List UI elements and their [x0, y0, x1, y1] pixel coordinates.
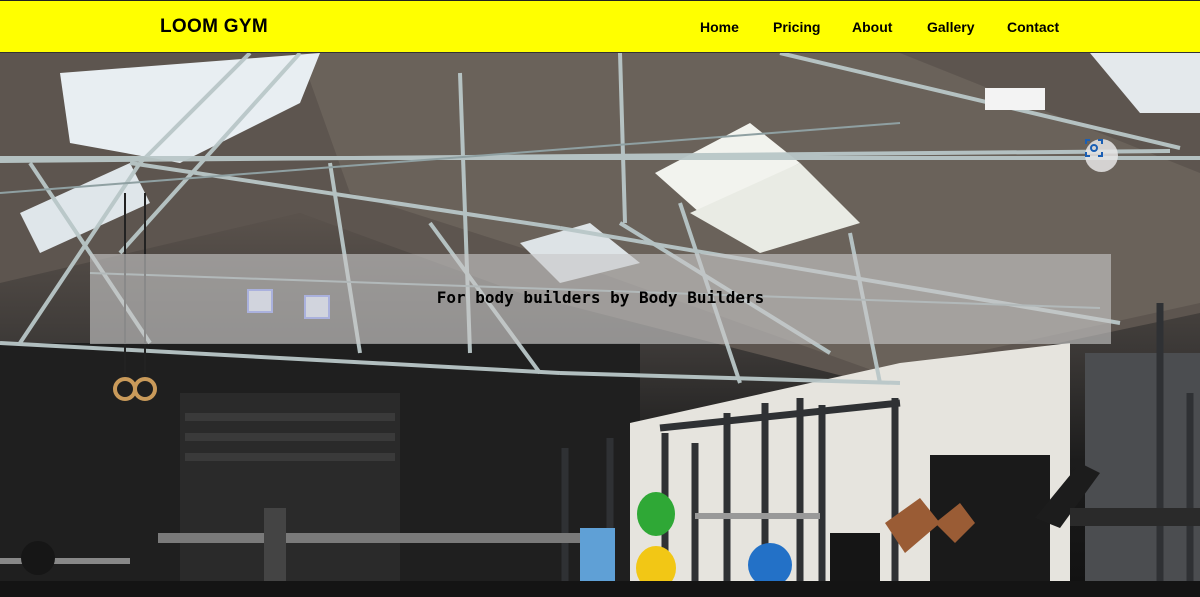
hero-section: For body builders by Body Builders — [0, 53, 1200, 597]
nav-link-gallery[interactable]: Gallery — [927, 19, 974, 35]
visual-search-icon — [1085, 139, 1103, 157]
navbar: LOOM GYM Home Pricing About Gallery Cont… — [0, 0, 1200, 53]
hero-tagline: For body builders by Body Builders — [436, 288, 765, 307]
nav-link-pricing[interactable]: Pricing — [773, 19, 820, 35]
nav-menu: Home Pricing About Gallery Contact — [0, 19, 1200, 39]
nav-link-home[interactable]: Home — [700, 19, 739, 35]
nav-link-contact[interactable]: Contact — [1007, 19, 1059, 35]
tagline-banner: For body builders by Body Builders — [90, 254, 1111, 344]
visual-search-button[interactable] — [1085, 139, 1118, 172]
nav-link-about[interactable]: About — [852, 19, 892, 35]
